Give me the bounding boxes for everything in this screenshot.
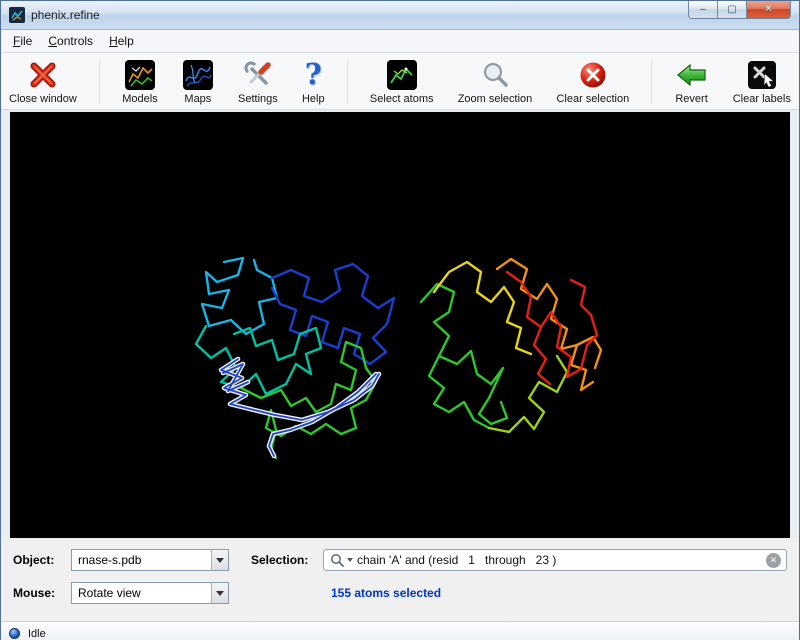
toolbar-label: Revert <box>675 93 707 105</box>
maps-button[interactable]: Maps <box>179 56 217 107</box>
molecule-structure <box>10 112 790 538</box>
chevron-down-icon[interactable] <box>211 583 228 603</box>
toolbar-label: Close window <box>9 93 77 105</box>
toolbar-label: Models <box>122 93 157 105</box>
zoom-selection-icon <box>480 57 510 92</box>
menu-help[interactable]: Help <box>101 31 142 51</box>
window-title: phenix.refine <box>31 8 100 22</box>
close-window-button[interactable]: Close window <box>6 56 80 107</box>
toolbar-label: Clear selection <box>556 93 629 105</box>
toolbar-label: Settings <box>238 93 278 105</box>
settings-button[interactable]: Settings <box>235 56 281 107</box>
select-atoms-button[interactable]: Select atoms <box>367 56 437 107</box>
toolbar-label: Clear labels <box>733 93 791 105</box>
revert-button[interactable]: Revert <box>672 56 712 107</box>
toolbar: Close window Models <box>1 53 799 110</box>
toolbar-label: Select atoms <box>370 93 434 105</box>
selection-label: Selection: <box>251 553 323 567</box>
object-label: Object: <box>13 553 71 567</box>
bottom-controls: Object: rnase-s.pdb Selection: ✕ Mouse: <box>1 538 799 621</box>
maps-icon <box>182 57 214 92</box>
toolbar-label: Help <box>302 93 325 105</box>
selection-input[interactable] <box>353 553 766 567</box>
toolbar-separator <box>651 59 652 104</box>
toolbar-separator <box>99 59 100 104</box>
chevron-down-icon[interactable] <box>211 550 228 570</box>
app-window: phenix.refine – ▢ ✕ File Controls Help C… <box>0 0 800 640</box>
status-bar: Idle <box>1 621 799 640</box>
clear-labels-icon <box>747 57 777 92</box>
toolbar-separator <box>347 59 348 104</box>
clear-selection-button[interactable]: Clear selection <box>553 56 632 107</box>
menu-file[interactable]: File <box>5 31 40 51</box>
mouse-dropdown[interactable]: Rotate view <box>71 582 229 604</box>
clear-text-icon[interactable]: ✕ <box>766 553 781 568</box>
status-text: Idle <box>28 628 46 640</box>
search-icon <box>330 553 345 568</box>
help-icon: ? <box>305 57 322 92</box>
models-icon <box>124 57 156 92</box>
menu-bar: File Controls Help <box>1 30 799 53</box>
clear-selection-icon <box>579 57 607 92</box>
models-button[interactable]: Models <box>119 56 160 107</box>
close-button[interactable]: ✕ <box>746 1 791 19</box>
close-window-icon <box>28 57 58 92</box>
toolbar-label: Zoom selection <box>458 93 533 105</box>
status-indicator-icon <box>9 628 20 639</box>
mouse-label: Mouse: <box>13 586 71 600</box>
select-atoms-icon <box>386 57 418 92</box>
maximize-button[interactable]: ▢ <box>717 1 746 19</box>
selection-searchbox[interactable]: ✕ <box>323 549 787 571</box>
object-dropdown[interactable]: rnase-s.pdb <box>71 549 229 571</box>
atoms-selected-text: 155 atoms selected <box>331 586 441 600</box>
object-dropdown-value: rnase-s.pdb <box>72 553 211 567</box>
minimize-button[interactable]: – <box>688 1 717 19</box>
zoom-selection-button[interactable]: Zoom selection <box>455 56 536 107</box>
mouse-dropdown-value: Rotate view <box>72 586 211 600</box>
molecule-viewport[interactable] <box>10 112 790 538</box>
settings-icon <box>242 57 274 92</box>
revert-icon <box>675 57 709 92</box>
toolbar-label: Maps <box>184 93 211 105</box>
app-icon <box>9 7 25 23</box>
help-button[interactable]: ? Help <box>299 56 328 107</box>
menu-controls[interactable]: Controls <box>40 31 101 51</box>
clear-labels-button[interactable]: Clear labels <box>730 56 794 107</box>
title-bar[interactable]: phenix.refine – ▢ ✕ <box>1 1 799 30</box>
